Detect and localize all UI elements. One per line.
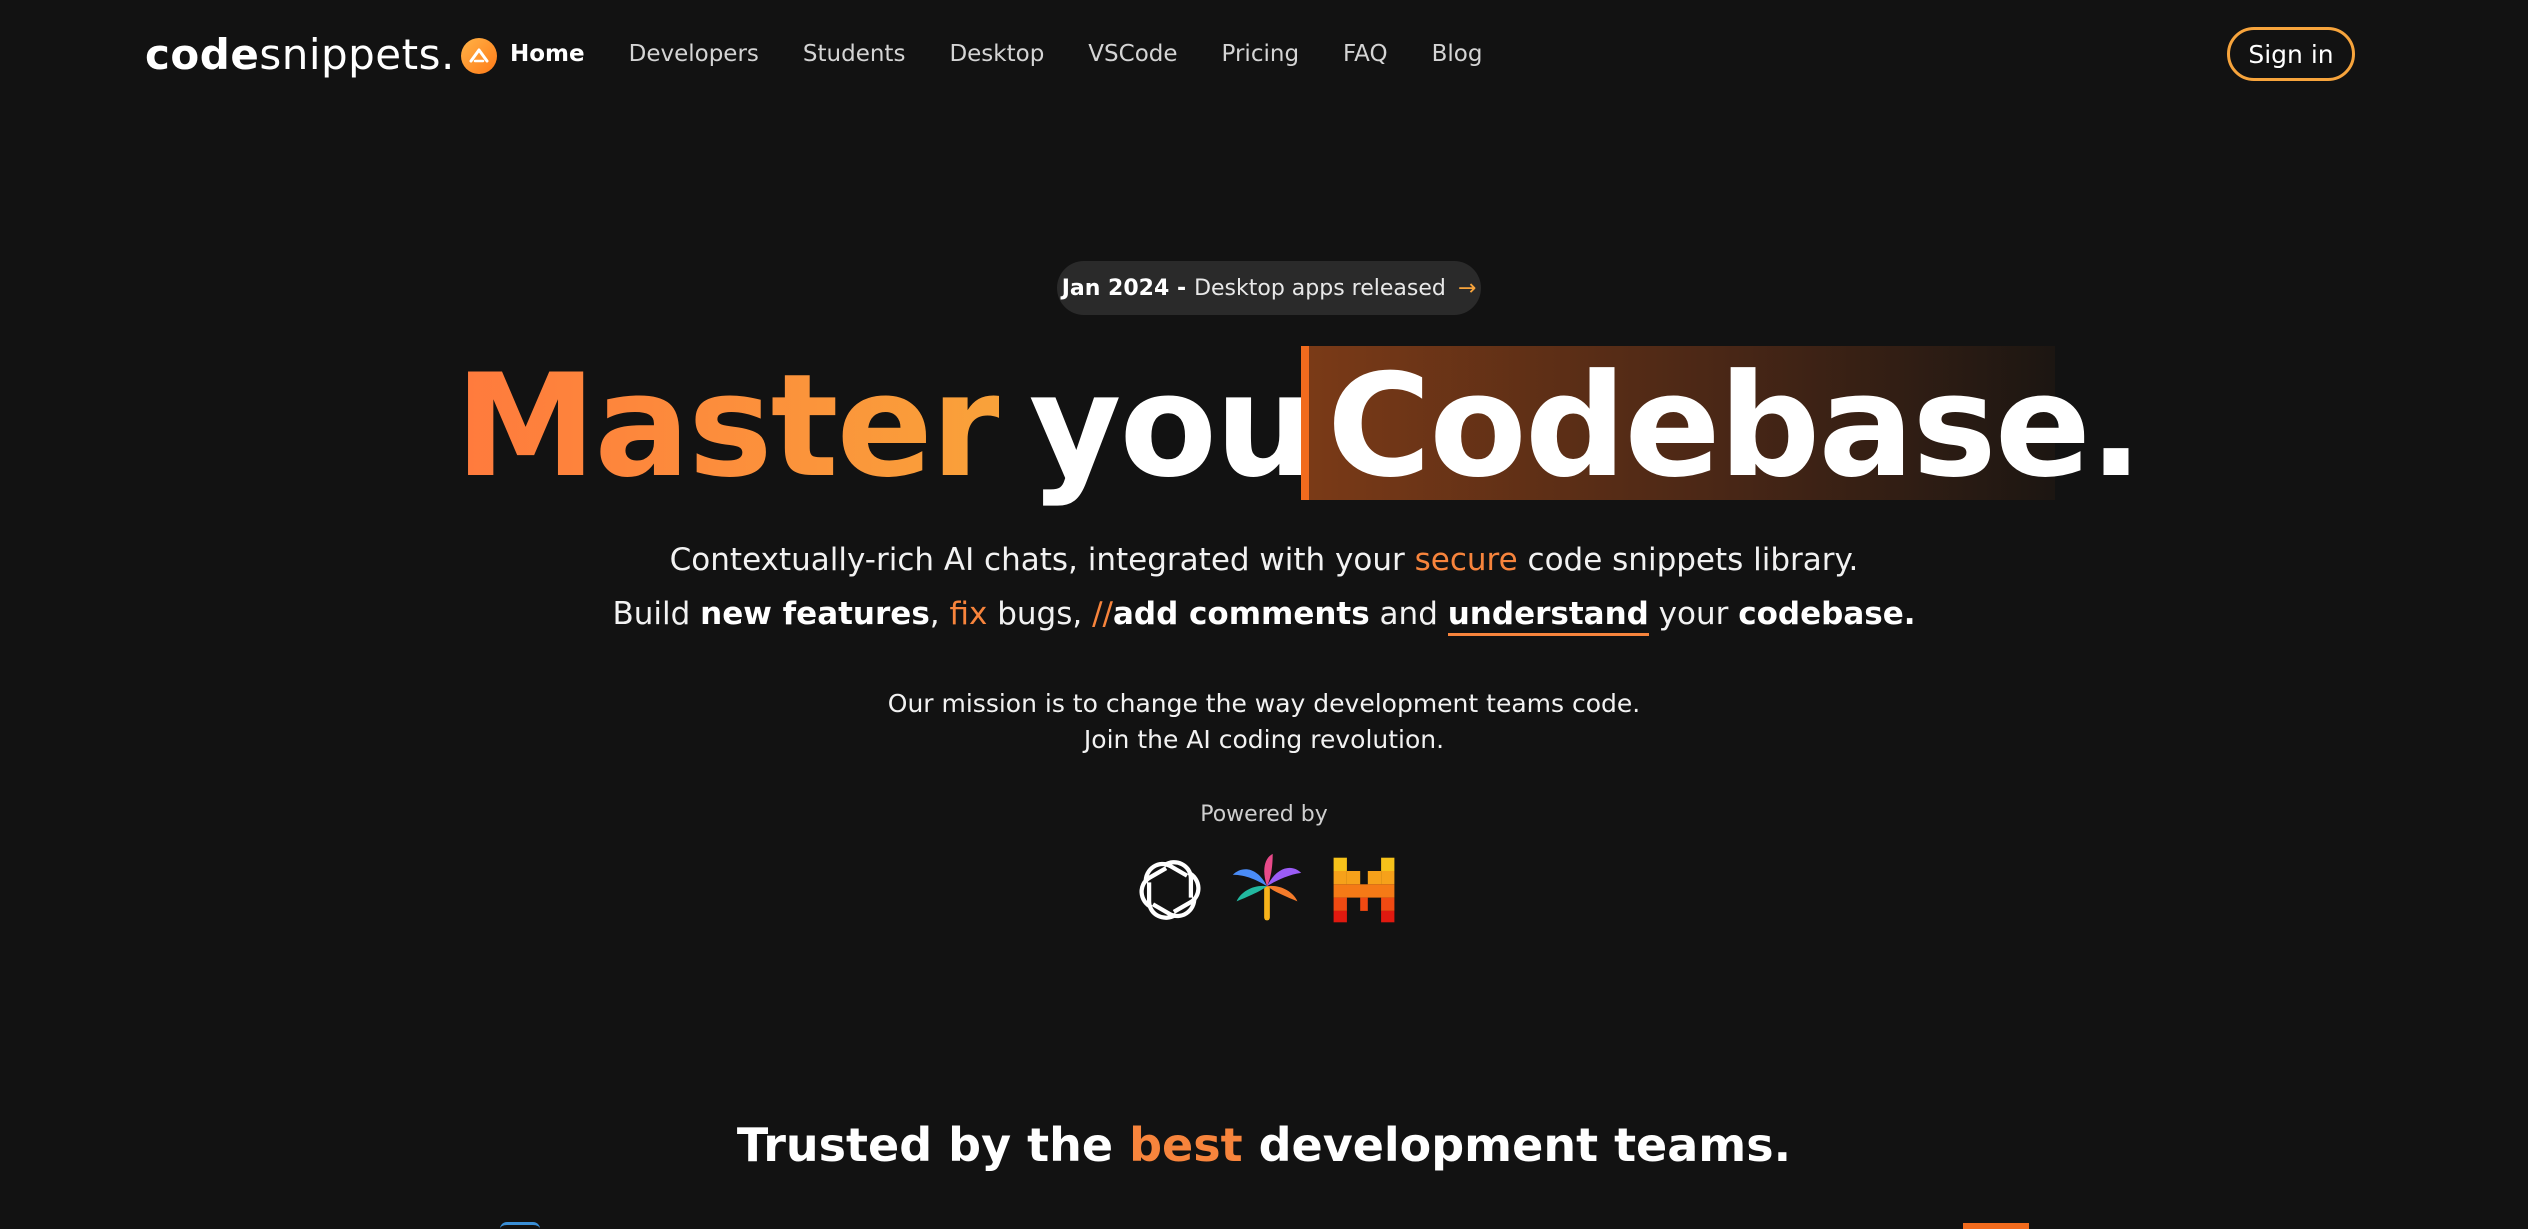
- subtitle2-new-features: new features: [700, 596, 930, 632]
- nav-link-students[interactable]: Students: [803, 41, 906, 67]
- nav-link-developers[interactable]: Developers: [629, 41, 759, 67]
- subtitle2-codebase: codebase.: [1738, 596, 1916, 632]
- nav-link-home[interactable]: Home: [510, 41, 585, 67]
- arrow-right-icon: →: [1457, 275, 1477, 301]
- upward-chevron-icon: [460, 38, 497, 74]
- announcement-date: Jan 2024 -: [1061, 275, 1187, 301]
- pinwheel-logo-icon: [1232, 853, 1302, 921]
- mission-line-1: Our mission is to change the way develop…: [887, 689, 1641, 718]
- headline-word-codebase: Codebase.: [1327, 343, 2143, 509]
- subtitle2-p5: your: [1648, 596, 1739, 632]
- subtitle2-add-comments: add comments: [1112, 596, 1370, 632]
- trusted-after: development teams.: [1242, 1118, 1792, 1172]
- nav-link-vscode[interactable]: VSCode: [1088, 41, 1177, 67]
- openai-logo-icon: [1139, 860, 1201, 920]
- partner-logo-partial-right: [1963, 1223, 2029, 1229]
- site-logo[interactable]: code snippets.: [145, 26, 497, 82]
- subtitle2-p2: ,: [929, 596, 950, 632]
- provider-logos: [1132, 850, 1402, 930]
- headline-word-master: Master: [455, 343, 1001, 509]
- nav-link-blog[interactable]: Blog: [1432, 41, 1483, 67]
- subtitle1-before: Contextually-rich AI chats, integrated w…: [669, 542, 1415, 578]
- hero-subtitle-1: Contextually-rich AI chats, integrated w…: [0, 542, 2528, 578]
- sign-in-button[interactable]: Sign in: [2227, 27, 2355, 81]
- subtitle2-understand: understand: [1447, 596, 1649, 636]
- hero-subtitle-2: Build new features, fix bugs, //add comm…: [0, 596, 2528, 636]
- mistral-logo-icon: [1333, 857, 1395, 923]
- nav-link-pricing[interactable]: Pricing: [1222, 41, 1300, 67]
- subtitle1-highlight: secure: [1414, 542, 1518, 578]
- partner-logo-partial-left: [500, 1222, 540, 1229]
- nav-links: Home Developers Students Desktop VSCode …: [510, 34, 1482, 74]
- trusted-heading: Trusted by the best development teams.: [0, 1118, 2528, 1172]
- trusted-highlight: best: [1129, 1118, 1243, 1172]
- mission-line-2: Join the AI coding revolution.: [1083, 725, 1445, 754]
- announcement-text: Desktop apps released: [1194, 275, 1446, 301]
- announcement-pill[interactable]: Jan 2024 - Desktop apps released →: [1057, 261, 1481, 315]
- subtitle2-comment-slashes: //: [1092, 596, 1113, 632]
- logo-text-thin: snippets.: [259, 29, 455, 79]
- hero-headline: Master your Codebase.: [455, 336, 2143, 516]
- trusted-before: Trusted by the: [736, 1118, 1130, 1172]
- powered-by-label: Powered by: [1200, 802, 1328, 827]
- nav-link-faq[interactable]: FAQ: [1343, 41, 1388, 67]
- logo-text-bold: code: [145, 29, 260, 79]
- subtitle2-p4: and: [1369, 596, 1448, 632]
- subtitle2-fix: fix: [949, 596, 988, 632]
- subtitle2-p3: bugs,: [987, 596, 1093, 632]
- top-nav: code snippets. Home Developers Students D…: [0, 0, 2528, 108]
- nav-link-desktop[interactable]: Desktop: [949, 41, 1044, 67]
- subtitle2-p1: Build: [612, 596, 701, 632]
- subtitle1-after: code snippets library.: [1517, 542, 1859, 578]
